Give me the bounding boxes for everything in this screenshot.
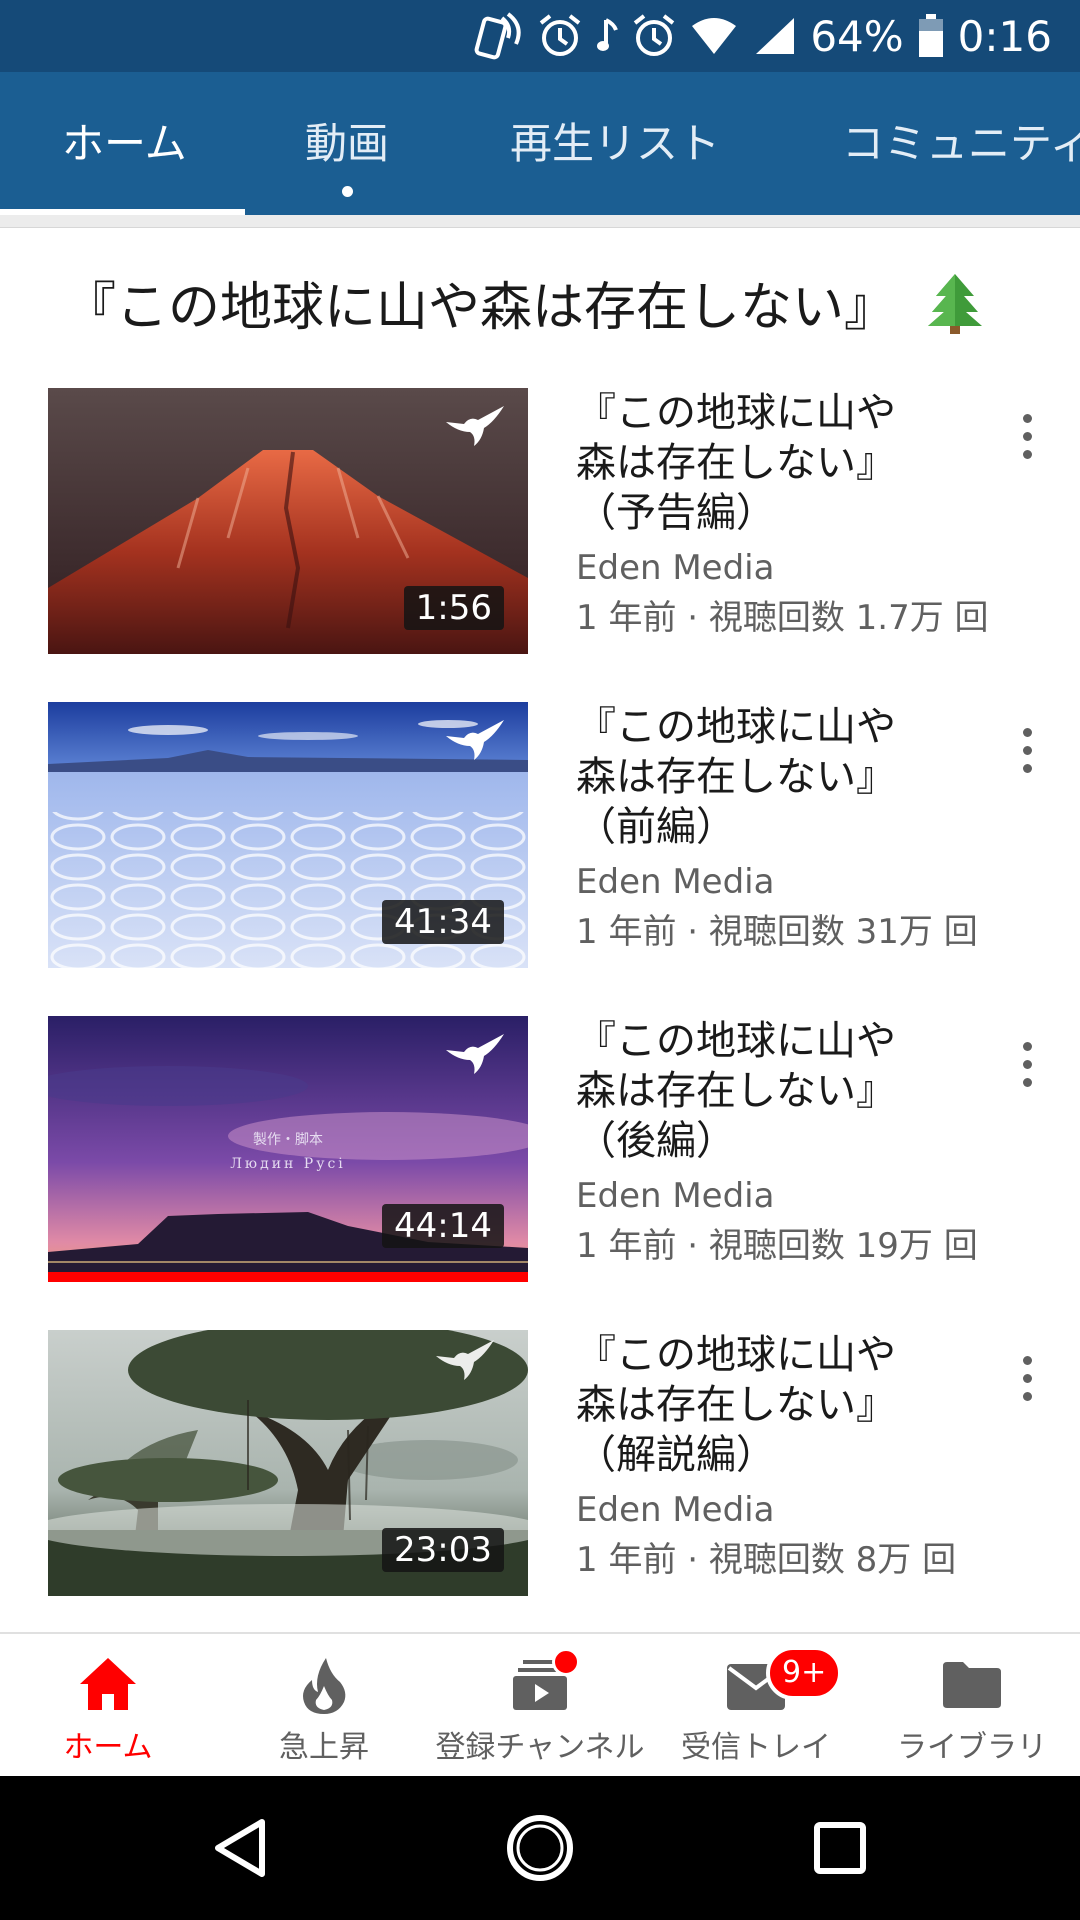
video-duration: 44:14: [382, 1204, 504, 1248]
video-duration: 23:03: [382, 1528, 504, 1572]
nav-library[interactable]: ライブラリ: [864, 1634, 1080, 1776]
nav-label: ライブラリ: [897, 1730, 1047, 1765]
video-meta: 1 年前 · 視聴回数 8万 回: [576, 1540, 957, 1580]
battery-icon: [918, 14, 943, 57]
video-title-line: 『この地球に山や: [576, 1332, 896, 1378]
video-title-line: 森は存在しない』: [576, 1382, 896, 1428]
bottom-navigation: ホーム 急上昇 登録チャンネル 9+ 受信トレイ ライブラリ: [0, 1634, 1080, 1776]
video-title-line: 『この地球に山や: [576, 704, 896, 750]
recents-button[interactable]: [770, 1776, 910, 1920]
more-options-icon[interactable]: [1014, 412, 1040, 462]
video-list-item[interactable]: 23:03 『この地球に山や 森は存在しない』 （解説編） Eden Media…: [0, 1330, 1080, 1596]
notification-count-badge: 9+: [766, 1646, 843, 1700]
video-duration: 1:56: [403, 586, 504, 630]
system-navigation-bar: [0, 1776, 1080, 1920]
tab-home[interactable]: ホーム: [62, 72, 187, 215]
video-title-line: （前編）: [576, 804, 736, 850]
video-title-line: （予告編）: [576, 490, 776, 536]
tab-community[interactable]: コミュニティ: [842, 72, 1080, 215]
more-options-icon[interactable]: [1014, 726, 1040, 776]
video-duration: 41:34: [382, 900, 504, 944]
tab-playlists[interactable]: 再生リスト: [510, 72, 720, 215]
alarm-icon: [634, 14, 675, 56]
nav-home[interactable]: ホーム: [0, 1634, 216, 1776]
video-title[interactable]: 『この地球に山や 森は存在しない』 （解説編）: [576, 1330, 936, 1480]
status-icons: 64% 0:16: [472, 0, 1080, 72]
watch-progress-bar: [48, 1272, 528, 1282]
video-channel-name: Eden Media: [576, 1176, 775, 1216]
divider: [0, 215, 1080, 227]
home-circle-icon: [507, 1815, 573, 1881]
new-content-dot: [342, 186, 353, 197]
home-icon: [80, 1658, 136, 1710]
video-meta: 1 年前 · 視聴回数 19万 回: [576, 1226, 978, 1266]
status-bar: 64% 0:16: [0, 0, 1080, 72]
nav-label: 登録チャンネル: [435, 1730, 645, 1765]
video-list-item[interactable]: 41:34 『この地球に山や 森は存在しない』 （前編） Eden Media …: [0, 702, 1080, 968]
thumbnail-overlay-text: Людин Русi: [230, 1156, 346, 1172]
more-options-icon[interactable]: [1014, 1354, 1040, 1404]
wifi-icon: [692, 18, 737, 54]
hummingbird-logo-icon: [436, 1340, 494, 1380]
folder-icon: [943, 1662, 1001, 1708]
back-button[interactable]: [170, 1776, 310, 1920]
thumbnail-overlay-text: 製作・脚本: [253, 1132, 323, 1148]
channel-tab-bar: ホーム 動画 再生リスト コミュニティ: [0, 72, 1080, 215]
nav-label: ホーム: [63, 1730, 153, 1765]
more-options-icon[interactable]: [1014, 1040, 1040, 1090]
video-meta: 1 年前 · 視聴回数 31万 回: [576, 912, 978, 952]
back-triangle-icon: [215, 1819, 265, 1877]
hummingbird-logo-icon: [446, 1034, 504, 1074]
hummingbird-logo-icon: [446, 406, 504, 446]
music-note-icon: [597, 18, 619, 51]
video-title[interactable]: 『この地球に山や 森は存在しない』 （前編）: [576, 702, 936, 852]
divider: [0, 227, 1080, 228]
alarm-icon: [540, 14, 581, 56]
hummingbird-logo-icon: [446, 720, 504, 760]
video-title-line: （後編）: [576, 1118, 736, 1164]
clock: 0:16: [957, 11, 1052, 61]
video-title-line: （解説編）: [576, 1432, 776, 1478]
video-meta: 1 年前 · 視聴回数 1.7万 回: [576, 598, 989, 638]
video-thumbnail[interactable]: 41:34: [48, 702, 528, 968]
section-title: 『この地球に山や森は存在しない』: [64, 265, 984, 340]
video-thumbnail[interactable]: 1:56: [48, 388, 528, 654]
video-title-line: 森は存在しない』: [576, 754, 896, 800]
evergreen-tree-icon: [928, 273, 983, 334]
signal-icon: [756, 18, 795, 54]
video-title-line: 森は存在しない』: [576, 440, 896, 486]
flame-icon: [303, 1658, 346, 1714]
video-channel-name: Eden Media: [576, 1490, 775, 1530]
video-title-line: 森は存在しない』: [576, 1068, 896, 1114]
nav-subscriptions[interactable]: 登録チャンネル: [432, 1634, 648, 1776]
recents-square-icon: [814, 1822, 866, 1874]
nav-label: 急上昇: [279, 1730, 369, 1765]
video-title-line: 『この地球に山や: [576, 390, 896, 436]
video-list-item[interactable]: 製作・脚本 Людин Русi 44:14 『この地球に山や 森は存在しない』…: [0, 1016, 1080, 1282]
nav-inbox[interactable]: 9+ 受信トレイ: [648, 1634, 864, 1776]
video-channel-name: Eden Media: [576, 548, 775, 588]
video-title[interactable]: 『この地球に山や 森は存在しない』 （予告編）: [576, 388, 936, 538]
battery-percent: 64%: [810, 11, 904, 61]
nav-trending[interactable]: 急上昇: [216, 1634, 432, 1776]
video-list-item[interactable]: 1:56 『この地球に山や 森は存在しない』 （予告編） Eden Media …: [0, 388, 1080, 654]
video-title-line: 『この地球に山や: [576, 1018, 896, 1064]
video-thumbnail[interactable]: 製作・脚本 Людин Русi 44:14: [48, 1016, 528, 1282]
section-title-text: 『この地球に山や森は存在しない』: [64, 278, 897, 338]
video-title[interactable]: 『この地球に山や 森は存在しない』 （後編）: [576, 1016, 936, 1166]
video-channel-name: Eden Media: [576, 862, 775, 902]
nav-label: 受信トレイ: [681, 1730, 831, 1765]
new-content-badge: [552, 1648, 580, 1676]
video-thumbnail[interactable]: 23:03: [48, 1330, 528, 1596]
nfc-icon: [474, 12, 521, 60]
home-button[interactable]: [470, 1776, 610, 1920]
